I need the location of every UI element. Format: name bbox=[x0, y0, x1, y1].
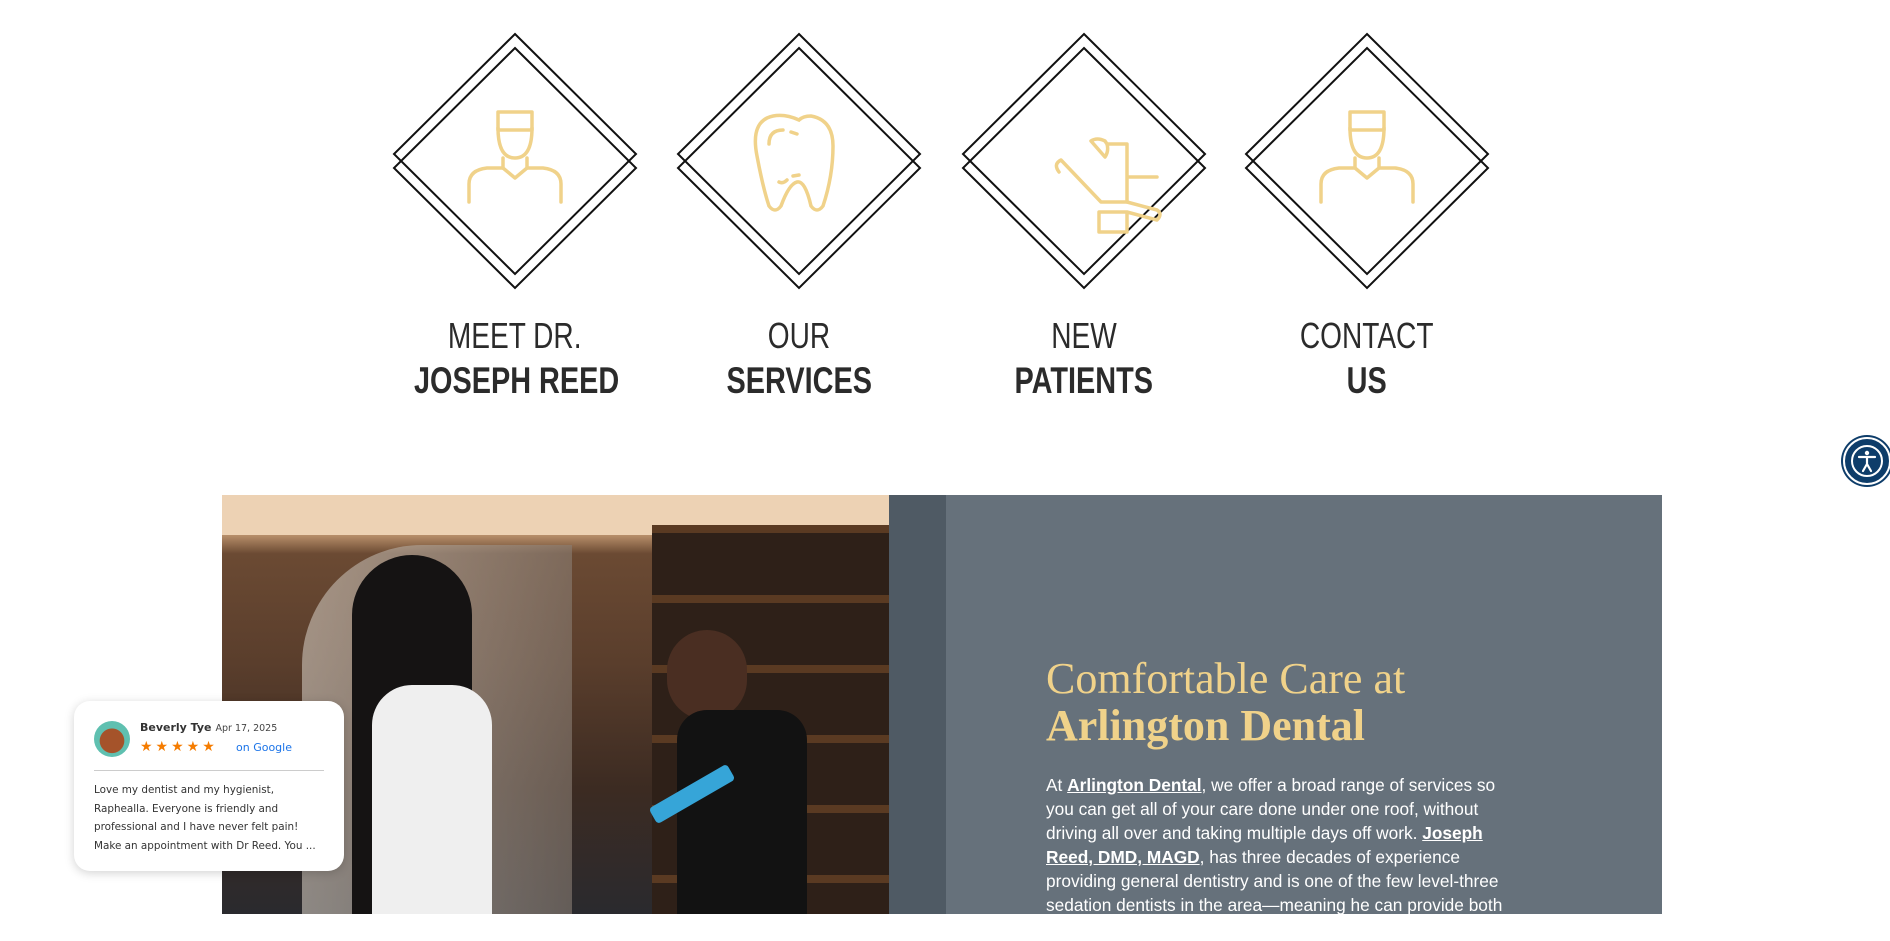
dental-chair-icon bbox=[1054, 137, 1162, 234]
accessibility-icon bbox=[1851, 445, 1883, 477]
reviewer-avatar bbox=[94, 721, 130, 757]
reviewer-name: Beverly Tye Apr 17, 2025 bbox=[140, 721, 277, 734]
tile-label-line-2: US bbox=[1237, 360, 1497, 402]
on-google-link[interactable]: on Google bbox=[236, 741, 292, 754]
heading-line-1: Comfortable Care at bbox=[1046, 654, 1406, 703]
tile-label-line-1: NEW bbox=[954, 315, 1214, 357]
nav-tile-joseph-reed[interactable]: MEET DR. JOSEPH REED bbox=[385, 30, 645, 430]
tile-label-line-1: CONTACT bbox=[1237, 315, 1497, 357]
diamond-frame bbox=[1244, 32, 1490, 290]
review-text: Love my dentist and my hygienist, Raphea… bbox=[94, 784, 316, 852]
tile-label-text: SERVICES bbox=[726, 360, 872, 401]
star-rating: ★★★★★ bbox=[140, 739, 218, 755]
intro-paragraph: At Arlington Dental, we offer a broad ra… bbox=[1046, 773, 1526, 941]
nav-tile-patients[interactable]: NEW PATIENTS bbox=[954, 30, 1214, 430]
tile-label-text: MEET DR. bbox=[448, 315, 582, 356]
tooth-icon bbox=[753, 113, 835, 212]
dentist-icon bbox=[467, 110, 563, 204]
nav-tile-services[interactable]: OUR SERVICES bbox=[669, 30, 929, 430]
tile-label-line-1: MEET DR. bbox=[385, 315, 645, 357]
intro-section: Comfortable Care at Arlington Dental At … bbox=[222, 495, 1662, 939]
para-text: At bbox=[1046, 775, 1068, 795]
accessibility-button[interactable] bbox=[1843, 437, 1890, 485]
tile-label-text: NEW bbox=[1051, 315, 1117, 356]
tile-label-line-2: JOSEPH REED bbox=[385, 360, 645, 402]
arlington-dental-link[interactable]: Arlington Dental bbox=[1067, 775, 1201, 795]
review-date: Apr 17, 2025 bbox=[215, 723, 278, 734]
panel-shadow-strip bbox=[889, 495, 946, 914]
divider bbox=[94, 770, 324, 771]
tile-label-text: PATIENTS bbox=[1014, 360, 1154, 401]
diamond-frame bbox=[961, 32, 1207, 290]
sedation-link[interactable]: oral and IV sedation bbox=[1046, 919, 1210, 939]
google-review-card[interactable]: Beverly Tye Apr 17, 2025 ★★★★★ on Google … bbox=[74, 701, 344, 871]
tile-label-text: CONTACT bbox=[1300, 315, 1434, 356]
tile-label-line-1: OUR bbox=[669, 315, 929, 357]
diamond-frame bbox=[676, 32, 922, 290]
dentist-icon bbox=[1319, 110, 1415, 204]
nav-tile-us[interactable]: CONTACT US bbox=[1237, 30, 1497, 430]
intro-heading: Comfortable Care at Arlington Dental bbox=[1046, 655, 1405, 749]
tile-label-line-2: PATIENTS bbox=[954, 360, 1214, 402]
tile-label-text: JOSEPH REED bbox=[413, 360, 620, 401]
heading-line-2: Arlington Dental bbox=[1046, 701, 1365, 750]
tile-label-text: US bbox=[1346, 360, 1388, 401]
diamond-frame bbox=[392, 32, 638, 290]
reviewer-name-text: Beverly Tye bbox=[140, 721, 212, 734]
tile-label-text: OUR bbox=[767, 315, 831, 356]
tile-label-line-2: SERVICES bbox=[669, 360, 929, 402]
